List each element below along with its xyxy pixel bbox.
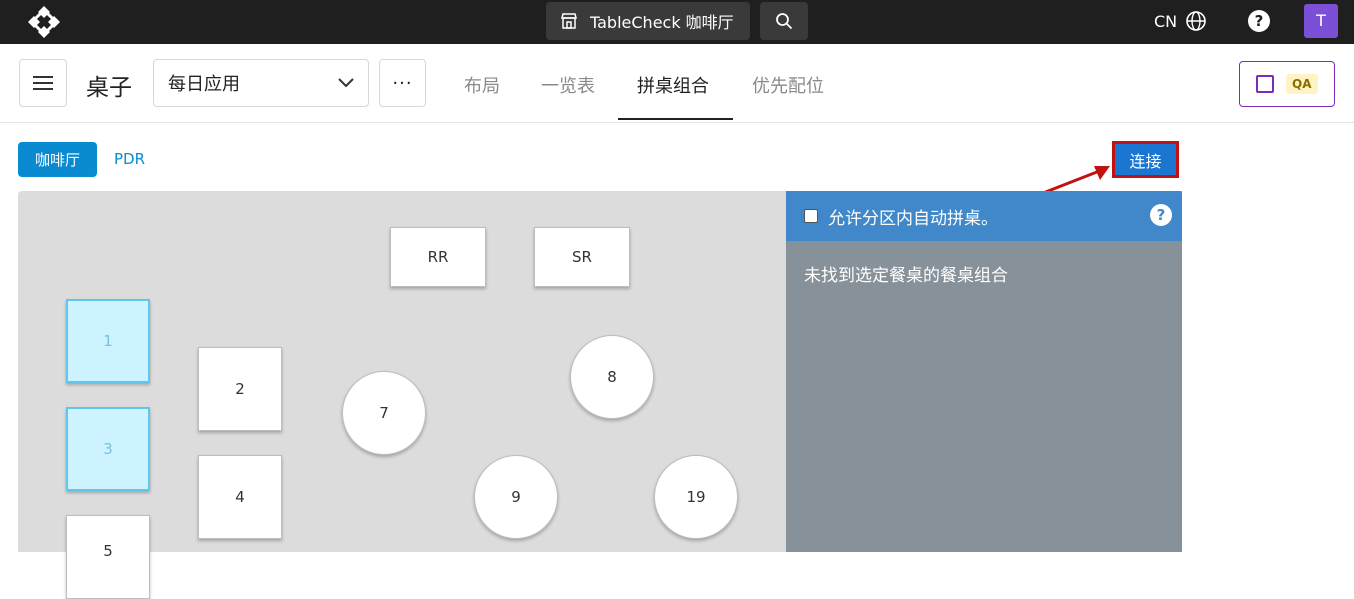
help-icon[interactable]: ? <box>1248 10 1270 32</box>
auto-combine-checkbox[interactable] <box>804 209 818 223</box>
table-19[interactable]: 19 <box>654 455 738 539</box>
top-bar: TableCheck 咖啡厅 CN ? T <box>0 0 1354 44</box>
venue-name: TableCheck 咖啡厅 <box>590 13 734 32</box>
combination-panel: 允许分区内自动拼桌。 ? 未找到选定餐桌的餐桌组合 <box>786 191 1182 552</box>
layout-select-value: 每日应用 <box>168 74 240 95</box>
help-icon[interactable]: ? <box>1150 204 1172 226</box>
area-tab-cafe[interactable]: 咖啡厅 <box>18 142 97 177</box>
store-icon <box>561 13 577 29</box>
venue-switcher-button[interactable]: TableCheck 咖啡厅 <box>546 2 750 40</box>
layout-select[interactable]: 每日应用 <box>153 59 369 107</box>
globe-icon <box>1186 11 1206 31</box>
floor-plan: RR SR 1 3 5 2 4 7 8 9 19 <box>18 191 786 599</box>
page-title: 桌子 <box>86 75 132 101</box>
user-avatar[interactable]: T <box>1304 4 1338 38</box>
language-switcher[interactable]: CN <box>1154 10 1207 32</box>
language-label: CN <box>1154 11 1178 31</box>
table-1[interactable]: 1 <box>66 299 150 383</box>
empty-state-message: 未找到选定餐桌的餐桌组合 <box>804 266 1008 286</box>
table-9[interactable]: 9 <box>474 455 558 539</box>
chevron-down-icon <box>338 78 354 88</box>
checkbox-icon <box>1256 75 1274 93</box>
table-4[interactable]: 4 <box>198 455 282 539</box>
tab-priority[interactable]: 优先配位 <box>752 72 824 98</box>
table-rr[interactable]: RR <box>390 227 486 287</box>
area-tab-pdr[interactable]: PDR <box>114 150 145 168</box>
active-tab-indicator <box>618 118 733 120</box>
search-icon <box>776 13 793 30</box>
qa-badge: QA <box>1286 74 1318 94</box>
table-2[interactable]: 2 <box>198 347 282 431</box>
tab-layout[interactable]: 布局 <box>464 72 500 98</box>
panel-header: 允许分区内自动拼桌。 ? <box>786 191 1182 241</box>
tablecheck-logo-icon[interactable] <box>26 4 62 40</box>
auto-combine-label: 允许分区内自动拼桌。 <box>828 208 998 229</box>
table-7[interactable]: 7 <box>342 371 426 455</box>
table-5[interactable]: 5 <box>66 515 150 599</box>
tab-list[interactable]: 一览表 <box>541 72 595 98</box>
table-3[interactable]: 3 <box>66 407 150 491</box>
tab-combinations[interactable]: 拼桌组合 <box>637 72 709 98</box>
connect-button[interactable]: 连接 <box>1112 141 1179 178</box>
hamburger-menu-icon <box>33 76 53 90</box>
more-options-button[interactable]: ··· <box>379 59 426 107</box>
table-sr[interactable]: SR <box>534 227 630 287</box>
header-divider <box>0 122 1354 123</box>
qa-toggle-button[interactable]: QA <box>1239 61 1335 107</box>
search-button[interactable] <box>760 2 808 40</box>
menu-button[interactable] <box>19 59 67 107</box>
table-8[interactable]: 8 <box>570 335 654 419</box>
